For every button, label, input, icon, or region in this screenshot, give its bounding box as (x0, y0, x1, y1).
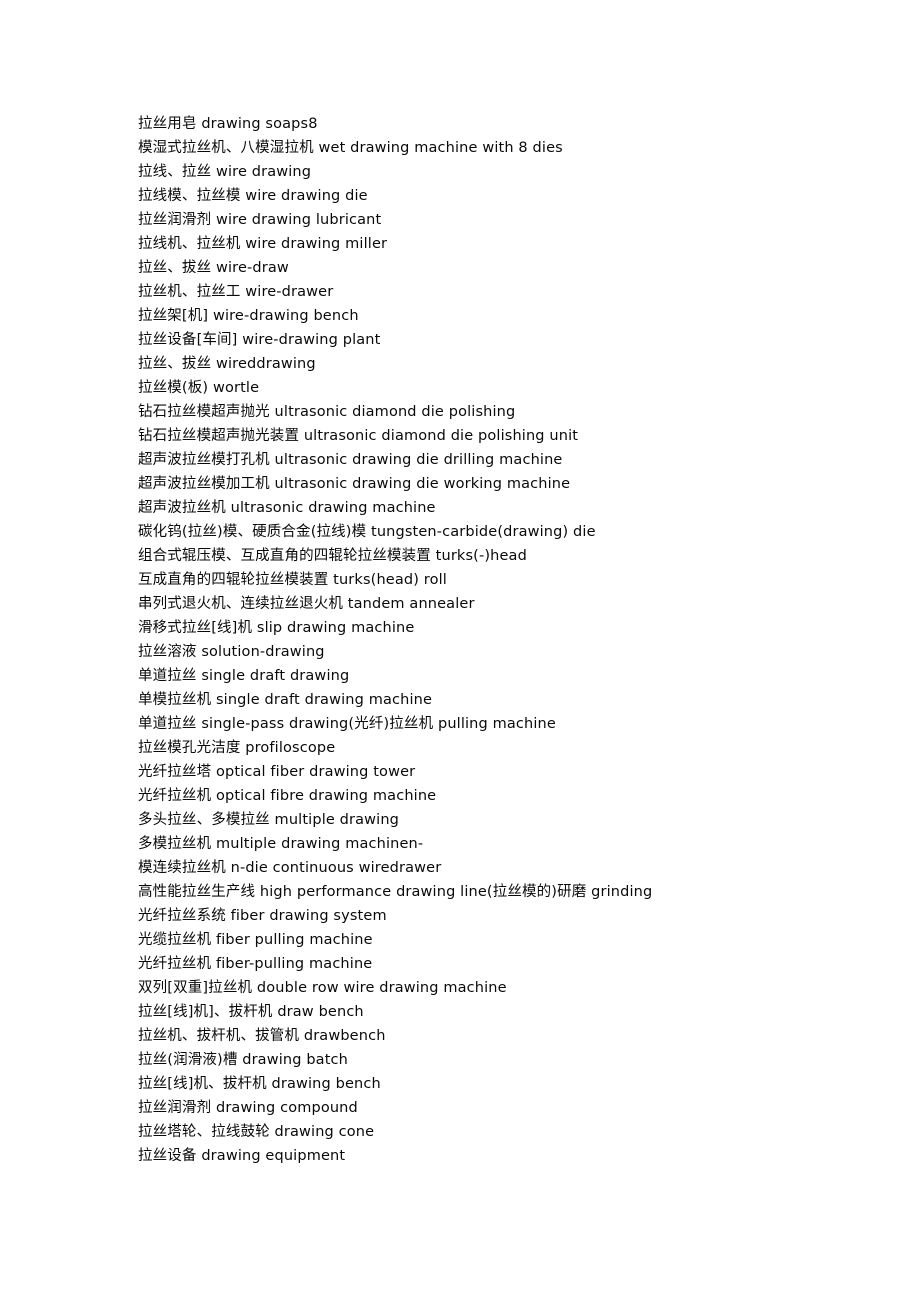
glossary-entry: 光纤拉丝塔 optical fiber drawing tower (138, 760, 878, 784)
glossary-entry-text: 多头拉丝、多模拉丝 multiple drawing (138, 812, 400, 828)
glossary-entry: 多模拉丝机 multiple drawing machinen- (138, 832, 878, 856)
glossary-entry: 单道拉丝 single draft drawing (138, 664, 878, 688)
glossary-entry: 超声波拉丝机 ultrasonic drawing machine (138, 496, 878, 520)
glossary-entry: 拉线、拉丝 wire drawing (138, 160, 878, 184)
glossary-entry: 拉丝塔轮、拉线鼓轮 drawing cone (138, 1120, 878, 1144)
glossary-entry-text: 钻石拉丝模超声抛光 ultrasonic diamond die polishi… (138, 404, 516, 420)
glossary-entry-text: 模连续拉丝机 n-die continuous wiredrawer (138, 860, 442, 876)
glossary-entry: 拉线机、拉丝机 wire drawing miller (138, 232, 878, 256)
glossary-entry: 双列[双重]拉丝机 double row wire drawing machin… (138, 976, 878, 1000)
glossary-entry: 拉丝润滑剂 drawing compound (138, 1096, 878, 1120)
glossary-entry-text: 双列[双重]拉丝机 double row wire drawing machin… (138, 980, 507, 996)
glossary-entry-text: 超声波拉丝模加工机 ultrasonic drawing die working… (138, 476, 571, 492)
glossary-entry-text: 单道拉丝 single draft drawing (138, 668, 350, 684)
glossary-entry: 多头拉丝、多模拉丝 multiple drawing (138, 808, 878, 832)
glossary-entry-text: 串列式退火机、连续拉丝退火机 tandem annealer (138, 596, 475, 612)
glossary-entry-text: 拉丝溶液 solution-drawing (138, 644, 325, 660)
glossary-entry-text: 拉丝塔轮、拉线鼓轮 drawing cone (138, 1124, 375, 1140)
glossary-entry-text: 组合式辊压模、互成直角的四辊轮拉丝模装置 turks(-)head (138, 548, 527, 564)
glossary-entry-text: 超声波拉丝机 ultrasonic drawing machine (138, 500, 436, 516)
glossary-entry: 光纤拉丝机 optical fibre drawing machine (138, 784, 878, 808)
glossary-entry: 拉丝机、拉丝工 wire-drawer (138, 280, 878, 304)
glossary-entry-text: 拉丝、拔丝 wire-draw (138, 260, 289, 276)
glossary-entry: 互成直角的四辊轮拉丝模装置 turks(head) roll (138, 568, 878, 592)
glossary-entry-text: 拉丝模孔光洁度 profiloscope (138, 740, 336, 756)
glossary-entry-text: 拉线模、拉丝模 wire drawing die (138, 188, 368, 204)
glossary-entry-text: 高性能拉丝生产线 high performance drawing line(拉… (138, 884, 653, 900)
glossary-entry-text: 单道拉丝 single-pass drawing(光纤)拉丝机 pulling … (138, 716, 556, 732)
glossary-entry: 单道拉丝 single-pass drawing(光纤)拉丝机 pulling … (138, 712, 878, 736)
glossary-entry-text: 光缆拉丝机 fiber pulling machine (138, 932, 373, 948)
glossary-entry: 拉丝溶液 solution-drawing (138, 640, 878, 664)
glossary-entry-text: 光纤拉丝机 optical fibre drawing machine (138, 788, 437, 804)
glossary-entry-text: 光纤拉丝塔 optical fiber drawing tower (138, 764, 416, 780)
glossary-entry: 超声波拉丝模打孔机 ultrasonic drawing die drillin… (138, 448, 878, 472)
glossary-entry-text: 拉丝架[机] wire-drawing bench (138, 308, 359, 324)
glossary-entry: 滑移式拉丝[线]机 slip drawing machine (138, 616, 878, 640)
glossary-entry-text: 光纤拉丝系统 fiber drawing system (138, 908, 387, 924)
glossary-entry: 碳化钨(拉丝)模、硬质合金(拉线)模 tungsten-carbide(draw… (138, 520, 878, 544)
glossary-entry: 拉丝、拔丝 wireddrawing (138, 352, 878, 376)
glossary-entry-text: 多模拉丝机 multiple drawing machinen- (138, 836, 424, 852)
glossary-entry: 拉线模、拉丝模 wire drawing die (138, 184, 878, 208)
glossary-entry: 高性能拉丝生产线 high performance drawing line(拉… (138, 880, 878, 904)
glossary-entry: 拉丝模孔光洁度 profiloscope (138, 736, 878, 760)
glossary-entry-text: 光纤拉丝机 fiber-pulling machine (138, 956, 373, 972)
glossary-entry: 拉丝润滑剂 wire drawing lubricant (138, 208, 878, 232)
glossary-entry-text: 单模拉丝机 single draft drawing machine (138, 692, 433, 708)
glossary-entry: 拉丝、拔丝 wire-draw (138, 256, 878, 280)
glossary-entry: 拉丝设备 drawing equipment (138, 1144, 878, 1168)
glossary-entry-text: 拉线机、拉丝机 wire drawing miller (138, 236, 388, 252)
glossary-entry: 组合式辊压模、互成直角的四辊轮拉丝模装置 turks(-)head (138, 544, 878, 568)
glossary-entry: 拉丝用皂 drawing soaps8 (138, 112, 878, 136)
glossary-entry-text: 拉丝润滑剂 wire drawing lubricant (138, 212, 382, 228)
glossary-entry-text: 互成直角的四辊轮拉丝模装置 turks(head) roll (138, 572, 447, 588)
glossary-entry-text: 拉丝模(板) wortle (138, 380, 260, 396)
document-page: 拉丝用皂 drawing soaps8 模湿式拉丝机、八模湿拉机 wet draw… (0, 0, 920, 1302)
glossary-entry: 拉丝(润滑液)槽 drawing batch (138, 1048, 878, 1072)
glossary-entry: 串列式退火机、连续拉丝退火机 tandem annealer (138, 592, 878, 616)
glossary-entry: 拉丝架[机] wire-drawing bench (138, 304, 878, 328)
glossary-entry: 单模拉丝机 single draft drawing machine (138, 688, 878, 712)
glossary-entry: 钻石拉丝模超声抛光装置 ultrasonic diamond die polis… (138, 424, 878, 448)
glossary-entry-text: 拉丝设备 drawing equipment (138, 1148, 346, 1164)
glossary-entry-text: 拉丝[线]机、拔杆机 drawing bench (138, 1076, 381, 1092)
glossary-entry-text: 拉丝润滑剂 drawing compound (138, 1100, 358, 1116)
glossary-entry: 拉丝[线]机]、拔杆机 draw bench (138, 1000, 878, 1024)
glossary-entry: 拉丝设备[车间] wire-drawing plant (138, 328, 878, 352)
glossary-entry: 光缆拉丝机 fiber pulling machine (138, 928, 878, 952)
glossary-entry-text: 拉丝用皂 drawing soaps8 (138, 116, 318, 132)
glossary-entry: 超声波拉丝模加工机 ultrasonic drawing die working… (138, 472, 878, 496)
glossary-entry-text: 拉丝(润滑液)槽 drawing batch (138, 1052, 348, 1068)
glossary-entry-text: 拉丝[线]机]、拔杆机 draw bench (138, 1004, 364, 1020)
glossary-entry: 拉丝机、拔杆机、拔管机 drawbench (138, 1024, 878, 1048)
glossary-entry: 拉丝[线]机、拔杆机 drawing bench (138, 1072, 878, 1096)
glossary-entry-text: 拉线、拉丝 wire drawing (138, 164, 312, 180)
glossary-entry-text: 拉丝、拔丝 wireddrawing (138, 356, 316, 372)
glossary-entry: 光纤拉丝系统 fiber drawing system (138, 904, 878, 928)
glossary-entry-text: 滑移式拉丝[线]机 slip drawing machine (138, 620, 415, 636)
glossary-entry-text: 模湿式拉丝机、八模湿拉机 wet drawing machine with 8 … (138, 140, 563, 156)
glossary-entry-text: 拉丝设备[车间] wire-drawing plant (138, 332, 381, 348)
glossary-entry-text: 超声波拉丝模打孔机 ultrasonic drawing die drillin… (138, 452, 563, 468)
glossary-entry-text: 钻石拉丝模超声抛光装置 ultrasonic diamond die polis… (138, 428, 579, 444)
glossary-entry: 模连续拉丝机 n-die continuous wiredrawer (138, 856, 878, 880)
glossary-entry: 光纤拉丝机 fiber-pulling machine (138, 952, 878, 976)
glossary-entry: 模湿式拉丝机、八模湿拉机 wet drawing machine with 8 … (138, 136, 878, 160)
glossary-entry-text: 拉丝机、拔杆机、拔管机 drawbench (138, 1028, 386, 1044)
glossary-entry-text: 拉丝机、拉丝工 wire-drawer (138, 284, 334, 300)
glossary-entry-text: 碳化钨(拉丝)模、硬质合金(拉线)模 tungsten-carbide(draw… (138, 524, 596, 540)
glossary-entry-list: 拉丝用皂 drawing soaps8 模湿式拉丝机、八模湿拉机 wet draw… (138, 112, 878, 1168)
glossary-entry: 拉丝模(板) wortle (138, 376, 878, 400)
glossary-entry: 钻石拉丝模超声抛光 ultrasonic diamond die polishi… (138, 400, 878, 424)
